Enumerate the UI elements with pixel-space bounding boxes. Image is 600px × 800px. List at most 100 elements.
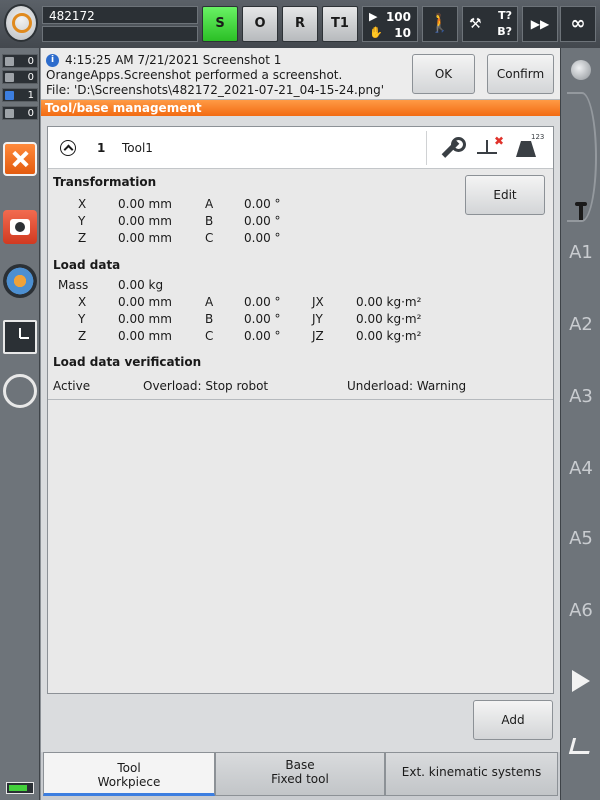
load-a-value: 0.00 ° — [244, 295, 281, 309]
operating-mode[interactable]: T1 — [322, 6, 358, 42]
mass-value: 0.00 kg — [118, 278, 164, 292]
ack-message-count[interactable]: 0 — [2, 54, 38, 68]
base-status: B? — [497, 25, 512, 38]
weight-icon[interactable] — [516, 141, 536, 157]
add-button[interactable]: Add — [473, 700, 553, 740]
divider — [426, 131, 427, 165]
users-icon[interactable] — [3, 374, 37, 408]
tool-row[interactable]: 1 Tool1 ✖ 123 — [48, 127, 553, 169]
load-jy-label: JY — [312, 312, 323, 326]
status-message-count[interactable]: 0 — [2, 70, 38, 84]
drives-status[interactable]: O — [242, 6, 278, 42]
tool-detail-panel: 1 Tool1 ✖ 123 Transformation Edit X 0.00… — [47, 126, 554, 694]
load-x-label: X — [78, 295, 87, 309]
axis-a4[interactable]: A4 — [561, 458, 600, 479]
axis-a5[interactable]: A5 — [561, 528, 600, 549]
tab-ext-kinematic-systems[interactable]: Ext. kinematic systems — [385, 752, 558, 796]
load-z-label: Z — [78, 329, 87, 343]
load-data-heading: Load data — [53, 258, 121, 272]
robot-interpreter-status[interactable]: R — [282, 6, 318, 42]
transformation-heading: Transformation — [53, 175, 157, 189]
tool-number: 1 — [97, 141, 106, 155]
transform-c-label: C — [205, 231, 214, 245]
tab-tool-workpiece[interactable]: Tool Workpiece — [43, 752, 215, 796]
confirm-all-button[interactable]: Confirm all — [487, 54, 554, 119]
tab-label-line1: Base — [285, 758, 315, 772]
jog-override-value: 10 — [394, 26, 411, 40]
increment-button[interactable]: ∞ — [560, 6, 596, 42]
globe-icon[interactable] — [571, 60, 591, 80]
transform-c-value: 0.00 ° — [244, 231, 281, 245]
edit-button[interactable]: Edit — [465, 175, 545, 215]
tool-name: Tool1 — [122, 141, 153, 155]
close-icon[interactable] — [3, 142, 37, 176]
tab-label-line1: Ext. kinematic systems — [401, 765, 542, 779]
message-header: 4:15:25 AM 7/21/2021 Screenshot 1 — [65, 53, 282, 67]
dialog-message-count[interactable]: 0 — [2, 106, 38, 120]
fast-forward-icon: ▶▶ — [530, 17, 550, 31]
load-jy-value: 0.00 kg·m² — [356, 312, 422, 326]
message-file: File: 'D:\Screenshots\482172_2021-07-21_… — [46, 83, 384, 97]
axis-a6[interactable]: A6 — [561, 600, 600, 621]
frame-error-icon: ✖ — [494, 134, 505, 148]
tab-label-line2: Workpiece — [97, 775, 161, 789]
jog-override-icon: ✋ — [369, 26, 383, 39]
jog-mode-button[interactable]: ▶▶ — [522, 6, 558, 42]
robot-name[interactable]: 482172 — [42, 6, 198, 24]
camera-icon[interactable] — [3, 210, 37, 244]
verification-heading: Load data verification — [53, 355, 202, 369]
transform-b-value: 0.00 ° — [244, 214, 281, 228]
message-window: i 4:15:25 AM 7/21/2021 Screenshot 1 Oran… — [41, 48, 560, 119]
coordinate-system-icon[interactable] — [571, 200, 591, 222]
load-y-label: Y — [78, 312, 86, 326]
underload-setting: Underload: Warning — [347, 379, 467, 393]
message-text: OrangeApps.Screenshot performed a screen… — [46, 68, 343, 82]
dialog-icon — [5, 109, 14, 118]
info-icon: i — [46, 54, 59, 67]
robot-name-bar — [42, 26, 198, 42]
overload-setting: Overload: Stop robot — [143, 379, 269, 393]
tool-icon: ⚒ — [469, 16, 482, 32]
transform-y-value: 0.00 mm — [118, 214, 172, 228]
robot-logo-icon — [12, 13, 32, 33]
status-icon — [5, 73, 14, 82]
ack-icon — [5, 57, 14, 66]
transform-a-label: A — [205, 197, 214, 211]
load-z-value: 0.00 mm — [118, 329, 172, 343]
weight-icon-number: 123 — [531, 133, 545, 141]
tab-base-fixed-tool[interactable]: Base Fixed tool — [215, 752, 385, 796]
info-message-count[interactable]: 1 — [2, 88, 38, 102]
tool-base-button[interactable]: ⚒ T? B? — [462, 6, 518, 42]
override-display[interactable]: ▶ 100 ✋ 10 — [362, 6, 418, 42]
play-icon[interactable] — [572, 670, 590, 692]
tab-label-line1: Tool — [117, 761, 141, 775]
ok-button[interactable]: OK — [412, 54, 475, 94]
battery-level — [9, 785, 27, 791]
clock-icon[interactable] — [3, 320, 37, 354]
main-area: 1 Tool1 ✖ 123 Transformation Edit X 0.00… — [41, 116, 560, 752]
load-jz-label: JZ — [312, 329, 324, 343]
load-x-value: 0.00 mm — [118, 295, 172, 309]
info-icon — [5, 91, 14, 100]
transform-x-label: X — [78, 197, 87, 211]
load-jx-value: 0.00 kg·m² — [356, 295, 422, 309]
submit-interpreter-status[interactable]: S — [202, 6, 238, 42]
axis-a1[interactable]: A1 — [561, 242, 600, 263]
run-mode-button[interactable]: 🚶 — [422, 6, 458, 42]
load-jz-value: 0.00 kg·m² — [356, 329, 422, 343]
program-override-value: 100 — [385, 10, 411, 24]
kuka-main-menu-button[interactable] — [4, 4, 38, 42]
axis-a2[interactable]: A2 — [561, 314, 600, 335]
settings-gear-icon[interactable] — [3, 264, 37, 298]
axis-a3[interactable]: A3 — [561, 386, 600, 407]
transform-z-value: 0.00 mm — [118, 231, 172, 245]
left-sidebar: 0 0 1 0 — [0, 48, 40, 800]
hand-icon[interactable] — [568, 738, 594, 754]
wrench-icon[interactable] — [439, 137, 466, 159]
transform-z-label: Z — [78, 231, 87, 245]
transform-b-label: B — [205, 214, 214, 228]
load-c-value: 0.00 ° — [244, 329, 281, 343]
collapse-chevron-icon[interactable] — [60, 140, 76, 156]
status-bar: 482172 S O R T1 ▶ 100 ✋ 10 🚶 ⚒ T? B? ▶▶ … — [0, 0, 600, 48]
transform-a-value: 0.00 ° — [244, 197, 281, 211]
